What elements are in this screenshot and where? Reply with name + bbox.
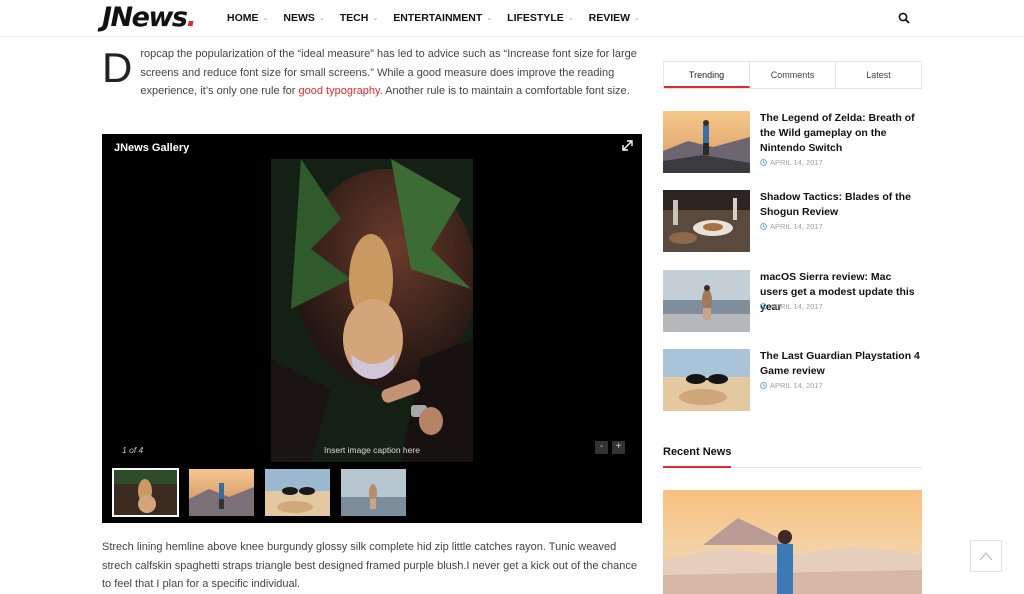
tab-trending[interactable]: Trending bbox=[664, 62, 750, 88]
post-title[interactable]: Shadow Tactics: Blades of the Shogun Rev… bbox=[760, 190, 920, 220]
site-logo[interactable]: JNews. bbox=[102, 2, 197, 34]
gallery-title: JNews Gallery bbox=[114, 142, 190, 154]
gallery-caption: Insert image caption here bbox=[324, 445, 420, 455]
nav-label: REVIEW bbox=[588, 12, 631, 24]
logo-dot: . bbox=[186, 2, 196, 33]
chevron-down-icon: ⌄ bbox=[486, 15, 493, 22]
trending-post[interactable]: The Last Guardian Playstation 4 Game rev… bbox=[663, 349, 922, 411]
chevron-down-icon: ⌄ bbox=[372, 15, 379, 22]
nav-item-news[interactable]: NEWS ⌄ bbox=[283, 12, 324, 24]
post-date: APRIL 14, 2017 bbox=[760, 222, 823, 231]
gallery-thumbnail[interactable] bbox=[265, 469, 330, 516]
main-nav: HOME ⌄ NEWS ⌄ TECH ⌄ ENTERTAINMENT ⌄ LIFESTY… bbox=[227, 0, 655, 36]
date-text: APRIL 14, 2017 bbox=[770, 381, 823, 390]
zoom-controls: - + bbox=[595, 441, 625, 454]
article-paragraph-body: Strech lining hemline above knee burgund… bbox=[102, 541, 638, 590]
chevron-up-icon bbox=[979, 552, 993, 561]
gallery-main-image[interactable] bbox=[271, 159, 473, 462]
gallery-thumbnail[interactable] bbox=[112, 468, 179, 517]
chevron-down-icon: ⌄ bbox=[318, 15, 325, 22]
site-header: JNews. HOME ⌄ NEWS ⌄ TECH ⌄ ENTERTAINMENT ⌄ … bbox=[0, 0, 1024, 37]
chevron-down-icon: ⌄ bbox=[262, 15, 269, 22]
fullscreen-icon[interactable] bbox=[621, 139, 634, 152]
gallery-counter: 1 of 4 bbox=[122, 445, 144, 455]
zoom-in-button[interactable]: + bbox=[612, 441, 625, 454]
gallery-thumbnails bbox=[112, 468, 406, 517]
image-gallery: JNews Gallery Insert image caption here … bbox=[102, 134, 642, 523]
date-text: APRIL 14, 2017 bbox=[770, 222, 823, 231]
nav-item-lifestyle[interactable]: LIFESTYLE ⌄ bbox=[507, 12, 573, 24]
paragraph-text: . Another rule is to maintain a comforta… bbox=[379, 85, 630, 97]
post-thumbnail[interactable] bbox=[663, 349, 750, 411]
search-icon[interactable] bbox=[898, 12, 910, 24]
logo-text: JNews bbox=[102, 2, 188, 33]
scroll-to-top-button[interactable] bbox=[970, 540, 1002, 572]
post-thumbnail[interactable] bbox=[663, 270, 750, 332]
post-date: APRIL 14, 2017 bbox=[760, 381, 823, 390]
nav-label: TECH bbox=[339, 12, 369, 24]
nav-label: HOME bbox=[227, 12, 259, 24]
article-paragraph-intro: Dropcap the popularization of the “ideal… bbox=[102, 45, 642, 101]
trending-post[interactable]: Shadow Tactics: Blades of the Shogun Rev… bbox=[663, 190, 922, 252]
post-thumbnail[interactable] bbox=[663, 111, 750, 173]
post-date: APRIL 14, 2017 bbox=[760, 158, 823, 167]
post-thumbnail[interactable] bbox=[663, 190, 750, 252]
chevron-down-icon: ⌄ bbox=[567, 15, 574, 22]
nav-item-home[interactable]: HOME ⌄ bbox=[227, 12, 268, 24]
gallery-thumbnail[interactable] bbox=[341, 469, 406, 516]
gallery-thumbnail[interactable] bbox=[189, 469, 254, 516]
zoom-out-button[interactable]: - bbox=[595, 441, 608, 454]
clock-icon bbox=[760, 303, 767, 310]
clock-icon bbox=[760, 382, 767, 389]
date-text: APRIL 14, 2017 bbox=[770, 158, 823, 167]
nav-item-tech[interactable]: TECH ⌄ bbox=[340, 12, 378, 24]
post-date: APRIL 14, 2017 bbox=[760, 302, 823, 311]
nav-label: LIFESTYLE bbox=[507, 12, 564, 24]
dropcap: D bbox=[102, 44, 133, 91]
nav-item-entertainment[interactable]: ENTERTAINMENT ⌄ bbox=[393, 12, 492, 24]
tab-comments[interactable]: Comments bbox=[750, 62, 836, 88]
post-title[interactable]: The Last Guardian Playstation 4 Game rev… bbox=[760, 349, 920, 379]
sidebar-tabs: Trending Comments Latest bbox=[663, 61, 922, 89]
nav-item-review[interactable]: REVIEW ⌄ bbox=[589, 12, 640, 24]
good-typography-link[interactable]: good typography bbox=[299, 85, 380, 97]
nav-label: ENTERTAINMENT bbox=[393, 12, 483, 24]
post-title[interactable]: The Legend of Zelda: Breath of the Wild … bbox=[760, 111, 920, 156]
date-text: APRIL 14, 2017 bbox=[770, 302, 823, 311]
recent-news-heading: Recent News bbox=[663, 446, 732, 458]
clock-icon bbox=[760, 223, 767, 230]
trending-post[interactable]: macOS Sierra review: Mac users get a mod… bbox=[663, 270, 922, 332]
section-underline-accent bbox=[663, 466, 731, 468]
nav-label: NEWS bbox=[283, 12, 315, 24]
chevron-down-icon: ⌄ bbox=[634, 15, 640, 22]
section-divider bbox=[663, 466, 922, 468]
recent-news-image[interactable] bbox=[663, 490, 922, 594]
clock-icon bbox=[760, 159, 767, 166]
tab-latest[interactable]: Latest bbox=[836, 62, 921, 88]
trending-post[interactable]: The Legend of Zelda: Breath of the Wild … bbox=[663, 111, 922, 173]
